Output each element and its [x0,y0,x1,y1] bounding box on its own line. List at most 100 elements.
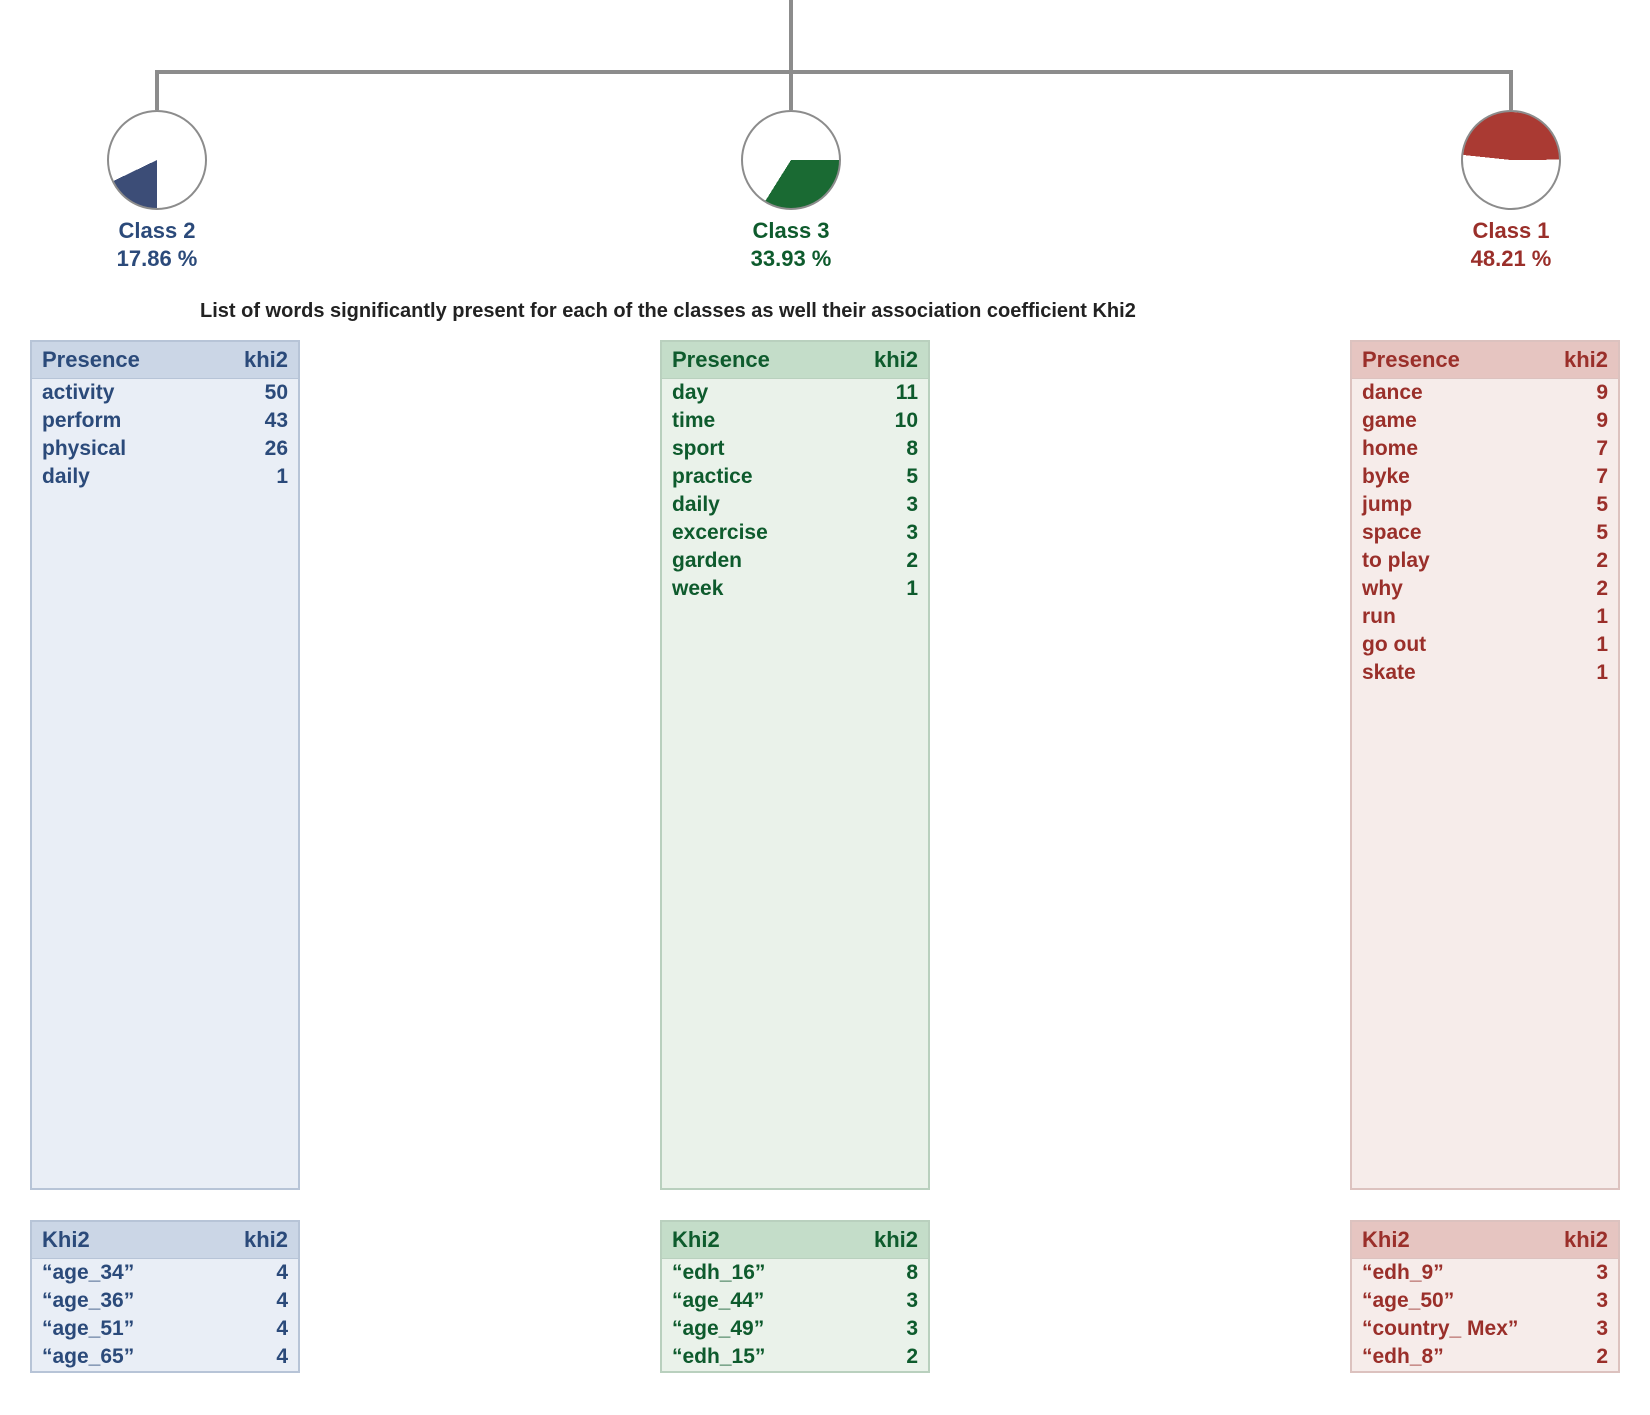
khi2-cell: 26 [204,435,298,463]
khi2-cell: 4 [201,1287,298,1315]
pie-label-class3: Class 3 [741,218,841,244]
table-row: dance9 [1352,379,1618,408]
word-cell: space [1352,519,1524,547]
word-cell: activity [32,379,204,408]
connector-root-stem [789,0,793,70]
table-row: “edh_9”3 [1352,1259,1618,1288]
pie-class2: Class 2 17.86 % [107,110,207,272]
table-row: “age_34”4 [32,1259,298,1288]
table-row: daily1 [32,463,298,491]
caption-text: List of words significantly present for … [200,300,1136,323]
table-row: practice5 [662,463,928,491]
khi2-cell: 5 [1524,519,1618,547]
connector-drop-right [1509,70,1513,110]
word-cell: day [662,379,834,408]
word-cell: “edh_15” [662,1343,832,1371]
word-cell: game [1352,407,1524,435]
word-cell: time [662,407,834,435]
khi2-cell: 1 [1524,631,1618,659]
khi2-cell: 3 [1547,1287,1618,1315]
table-row: “age_44”3 [662,1287,928,1315]
word-cell: to play [1352,547,1524,575]
table-row: week1 [662,575,928,603]
table-row: “age_50”3 [1352,1287,1618,1315]
word-cell: go out [1352,631,1524,659]
khi2vars-col-header: Khi2 [662,1222,832,1259]
word-cell: physical [32,435,204,463]
word-cell: “age_50” [1352,1287,1547,1315]
word-cell: “age_36” [32,1287,201,1315]
table-row: daily3 [662,491,928,519]
table-row: “age_51”4 [32,1315,298,1343]
presence-panel-class1: Presence khi2 dance9game9home7byke7jump5… [1350,340,1620,1190]
table-row: perform43 [32,407,298,435]
word-cell: daily [32,463,204,491]
connector-drop-left [155,70,159,110]
word-cell: why [1352,575,1524,603]
khi2-cell: 3 [1547,1315,1618,1343]
table-row: sport8 [662,435,928,463]
khi2-cell: 11 [834,379,928,408]
khi2-cell: 9 [1524,407,1618,435]
khi2-cell: 3 [832,1287,928,1315]
pie-label-class2: Class 2 [107,218,207,244]
khi2vars-panel-class3: Khi2 khi2 “edh_16”8“age_44”3“age_49”3“ed… [660,1220,930,1373]
word-cell: perform [32,407,204,435]
pie-pct-class1: 48.21 % [1461,246,1561,272]
word-cell: excercise [662,519,834,547]
word-cell: “edh_8” [1352,1343,1547,1371]
khi2-cell: 1 [834,575,928,603]
khi2-cell: 8 [834,435,928,463]
khi2vars-panel-class2: Khi2 khi2 “age_34”4“age_36”4“age_51”4“ag… [30,1220,300,1373]
word-cell: “country_ Mex” [1352,1315,1547,1343]
khi2vars-panel-class1: Khi2 khi2 “edh_9”3“age_50”3“country_ Mex… [1350,1220,1620,1373]
table-row: jump5 [1352,491,1618,519]
khi2-col-header: khi2 [1547,1222,1618,1259]
pie-pct-class2: 17.86 % [107,246,207,272]
khi2-cell: 2 [834,547,928,575]
table-row: “age_49”3 [662,1315,928,1343]
table-row: why2 [1352,575,1618,603]
table-row: run1 [1352,603,1618,631]
khi2vars-col-header: Khi2 [1352,1222,1547,1259]
word-cell: sport [662,435,834,463]
khi2-col-header: khi2 [1524,342,1618,379]
khi2-cell: 1 [1524,659,1618,687]
pie-chart-class3 [741,110,841,210]
khi2vars-col-header: Khi2 [32,1222,201,1259]
word-cell: dance [1352,379,1524,408]
presence-panel-class3: Presence khi2 day11time10sport8practice5… [660,340,930,1190]
word-cell: “age_49” [662,1315,832,1343]
khi2-cell: 3 [832,1315,928,1343]
khi2-col-header: khi2 [832,1222,928,1259]
table-row: time10 [662,407,928,435]
khi2-cell: 5 [834,463,928,491]
khi2-cell: 9 [1524,379,1618,408]
table-row: byke7 [1352,463,1618,491]
khi2-cell: 2 [1524,575,1618,603]
khi2-col-header: khi2 [834,342,928,379]
khi2-col-header: khi2 [201,1222,298,1259]
table-row: “edh_8”2 [1352,1343,1618,1371]
khi2-cell: 2 [1524,547,1618,575]
word-cell: “age_65” [32,1343,201,1371]
khi2-cell: 3 [834,519,928,547]
khi2-cell: 7 [1524,435,1618,463]
table-row: to play2 [1352,547,1618,575]
khi2-col-header: khi2 [204,342,298,379]
table-row: garden2 [662,547,928,575]
khi2-cell: 1 [1524,603,1618,631]
word-cell: “age_44” [662,1287,832,1315]
khi2-cell: 4 [201,1343,298,1371]
table-row: home7 [1352,435,1618,463]
presence-panel-class2: Presence khi2 activity50perform43physica… [30,340,300,1190]
word-cell: “edh_9” [1352,1259,1547,1288]
word-cell: home [1352,435,1524,463]
word-cell: byke [1352,463,1524,491]
presence-col-header: Presence [32,342,204,379]
pie-class1: Class 1 48.21 % [1461,110,1561,272]
khi2-cell: 8 [832,1259,928,1288]
word-cell: “age_34” [32,1259,201,1288]
word-cell: “edh_16” [662,1259,832,1288]
table-row: “age_36”4 [32,1287,298,1315]
